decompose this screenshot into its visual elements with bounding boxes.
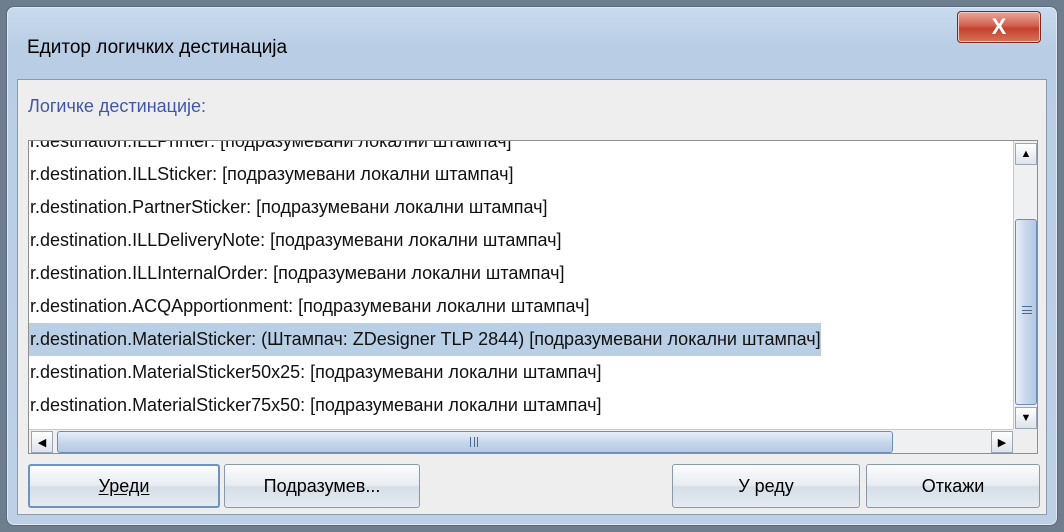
vertical-scroll-thumb[interactable] [1015, 219, 1037, 405]
arrow-down-icon: ▼ [1020, 412, 1032, 424]
dialog-window: Едитор логичких дестинација X Логичке де… [6, 6, 1058, 526]
list-item[interactable]: r.destination.ILLDeliveryNote: [подразум… [29, 224, 821, 257]
cancel-button-label: Откажи [921, 475, 985, 496]
list-item[interactable]: r.destination.PartnerSticker: [подразуме… [29, 191, 821, 224]
list-item[interactable]: r.destination.MaterialSticker75x50: [под… [29, 389, 821, 422]
arrow-right-icon: ▶ [997, 436, 1007, 449]
arrow-left-icon: ◀ [37, 436, 47, 449]
default-button[interactable]: Подразумев... [224, 464, 420, 508]
horizontal-scroll-thumb[interactable] [57, 431, 893, 453]
destinations-list[interactable]: r.destination.ILLPrinter: [подразумевани… [28, 140, 1038, 454]
list-item[interactable]: r.destination.MaterialSticker: (Штампач:… [29, 323, 821, 356]
ok-button-label: У реду [738, 475, 794, 496]
horizontal-scrollbar[interactable]: ◀ ▶ [29, 429, 1015, 453]
list-item[interactable]: r.destination.ACQApportionment: [подразу… [29, 290, 821, 323]
dialog-content: Логичке дестинације: r.destination.ILLPr… [17, 79, 1047, 515]
edit-button[interactable]: Уреди [28, 464, 220, 508]
list-item[interactable]: r.destination.ILLInternalOrder: [подразу… [29, 257, 821, 290]
list-item[interactable]: r.destination.MaterialSticker50x25: [под… [29, 356, 821, 389]
ok-button[interactable]: У реду [672, 464, 860, 508]
scroll-right-button[interactable]: ▶ [991, 431, 1013, 453]
edit-button-label: Уреди [98, 475, 150, 496]
close-icon: X [991, 14, 1007, 39]
arrow-up-icon: ▲ [1020, 148, 1032, 160]
vertical-scrollbar[interactable]: ▲ ▼ [1013, 141, 1037, 431]
scroll-down-button[interactable]: ▼ [1015, 407, 1037, 429]
list-rows: r.destination.ILLPrinter: [подразумевани… [29, 141, 821, 422]
close-button[interactable]: X [957, 11, 1041, 43]
list-viewport: r.destination.ILLPrinter: [подразумевани… [29, 141, 1015, 431]
default-button-label: Подразумев... [263, 475, 381, 496]
cancel-button[interactable]: Откажи [866, 464, 1040, 508]
destinations-label: Логичке дестинације: [28, 96, 207, 116]
scroll-up-button[interactable]: ▲ [1015, 143, 1037, 165]
title-bar[interactable]: Едитор логичких дестинација X [7, 7, 1057, 67]
window-title: Едитор логичких дестинација [27, 37, 288, 58]
list-item[interactable]: r.destination.ILLSticker: [подразумевани… [29, 158, 821, 191]
list-item[interactable]: r.destination.ILLPrinter: [подразумевани… [29, 141, 821, 158]
grip-icon [470, 437, 478, 447]
scroll-left-button[interactable]: ◀ [31, 431, 53, 453]
scrollbar-corner [1013, 429, 1037, 453]
grip-icon [1022, 306, 1032, 314]
